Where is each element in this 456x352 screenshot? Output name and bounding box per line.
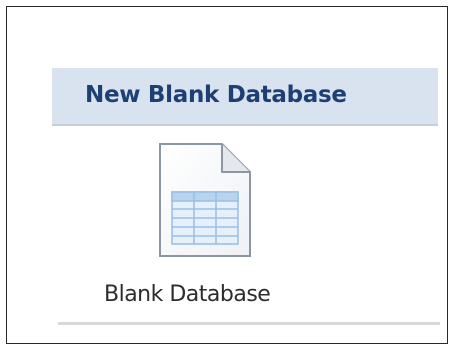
blank-database-document-icon [159,143,251,257]
section-title: New Blank Database [85,82,347,108]
template-label: Blank Database [104,282,271,307]
section-header: New Blank Database [52,68,438,126]
divider [58,322,440,325]
blank-database-template[interactable]: Blank Database [96,140,324,318]
